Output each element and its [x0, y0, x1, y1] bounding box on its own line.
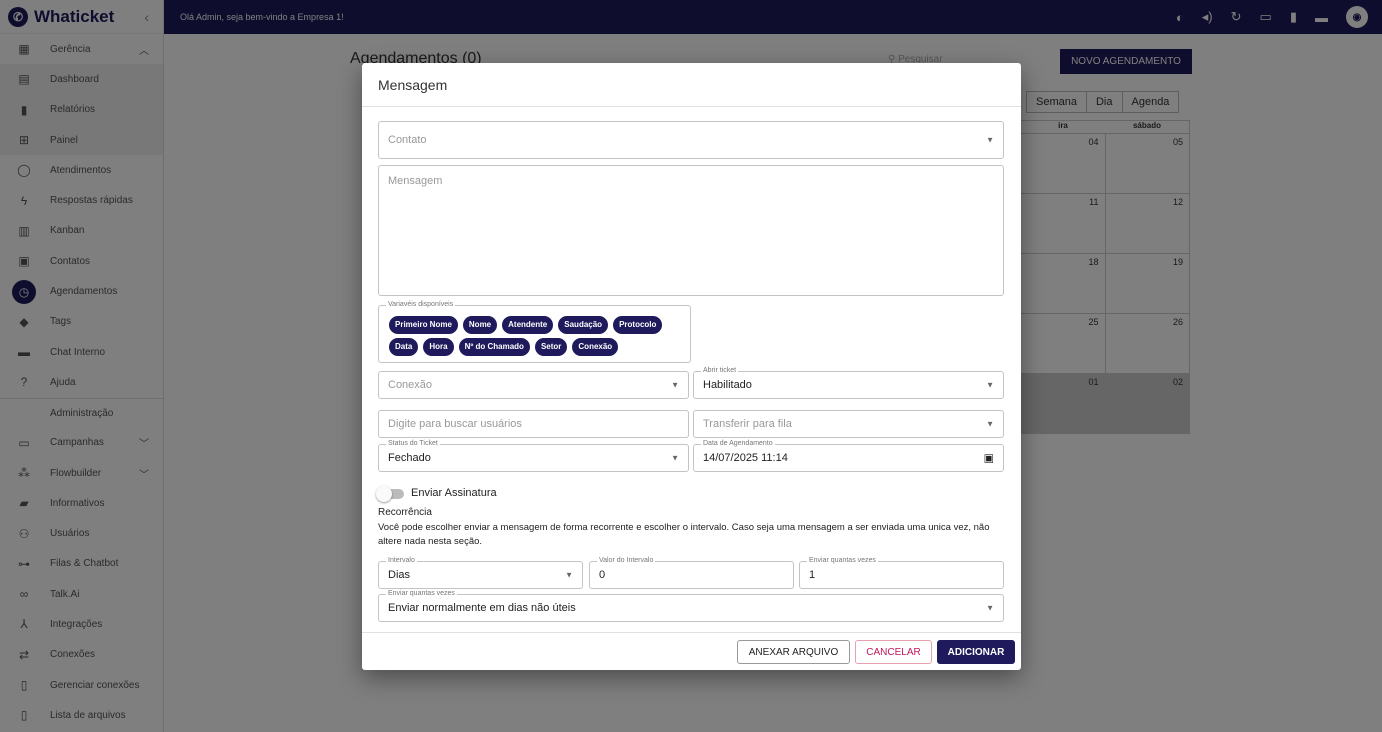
divider	[362, 106, 1021, 107]
caret-down-icon: ▼	[986, 380, 994, 390]
variable-chip-hora[interactable]: Hora	[423, 338, 454, 356]
message-textarea[interactable]: Mensagem	[378, 165, 1004, 296]
variables-box: Variavéis disponíveis Primeiro Nome Nome…	[378, 301, 691, 363]
repeat-count-input[interactable]: Enviar quantas vezes 1	[799, 557, 1004, 589]
toggle-knob	[376, 486, 392, 502]
calendar-icon[interactable]: ▣	[984, 452, 994, 465]
add-button[interactable]: ADICIONAR	[937, 640, 1015, 664]
caret-down-icon: ▼	[565, 570, 573, 580]
schedule-date-input[interactable]: Data de Agendamento 14/07/2025 11:14 ▣	[693, 440, 1004, 472]
variable-chip-conexao[interactable]: Conexão	[572, 338, 619, 356]
caret-down-icon: ▼	[986, 419, 994, 429]
open-ticket-select[interactable]: Abrir ticket Habilitado ▼	[693, 367, 1004, 399]
non-business-days-select[interactable]: Enviar quantas vezes Enviar normalmente …	[378, 590, 1004, 622]
variable-chip-saudacao[interactable]: Saudação	[558, 316, 609, 334]
variables-chips: Primeiro Nome Nome Atendente Saudação Pr…	[389, 316, 679, 356]
cancel-button[interactable]: CANCELAR	[855, 640, 932, 664]
variable-chip-data[interactable]: Data	[389, 338, 419, 356]
variable-chip-primeiro-nome[interactable]: Primeiro Nome	[389, 316, 458, 334]
contact-select[interactable]: Contato ▼	[378, 121, 1004, 159]
ticket-status-select[interactable]: Status do Ticket Fechado ▼	[378, 440, 689, 472]
variable-chip-protocolo[interactable]: Protocolo	[613, 316, 663, 334]
variable-chip-nome[interactable]: Nome	[462, 316, 498, 334]
caret-down-icon: ▼	[986, 135, 994, 145]
variable-chip-chamado[interactable]: Nº do Chamado	[458, 338, 530, 356]
dialog-title: Mensagem	[378, 77, 448, 93]
variable-chip-setor[interactable]: Setor	[534, 338, 568, 356]
interval-select[interactable]: Intervalo Dias ▼	[378, 557, 583, 589]
attach-file-button[interactable]: ANEXAR ARQUIVO	[737, 640, 850, 664]
caret-down-icon: ▼	[671, 453, 679, 463]
caret-down-icon: ▼	[671, 380, 679, 390]
variable-chip-atendente[interactable]: Atendente	[502, 316, 554, 334]
divider	[362, 632, 1021, 633]
recurrence-title: Recorrência	[378, 507, 432, 518]
recurrence-description: Você pode escolher enviar a mensagem de …	[378, 522, 990, 547]
caret-down-icon: ▼	[986, 603, 994, 613]
interval-value-input[interactable]: Valor do Intervalo 0	[589, 557, 794, 589]
signature-label: Enviar Assinatura	[411, 487, 497, 499]
signature-toggle[interactable]	[376, 486, 404, 502]
message-dialog: Mensagem Contato ▼ Mensagem Variavéis di…	[362, 63, 1021, 670]
connection-select[interactable]: Conexão ▼	[378, 371, 689, 399]
user-search-input[interactable]: Digite para buscar usuários	[378, 410, 689, 438]
queue-select[interactable]: Transferir para fila ▼	[693, 410, 1004, 438]
